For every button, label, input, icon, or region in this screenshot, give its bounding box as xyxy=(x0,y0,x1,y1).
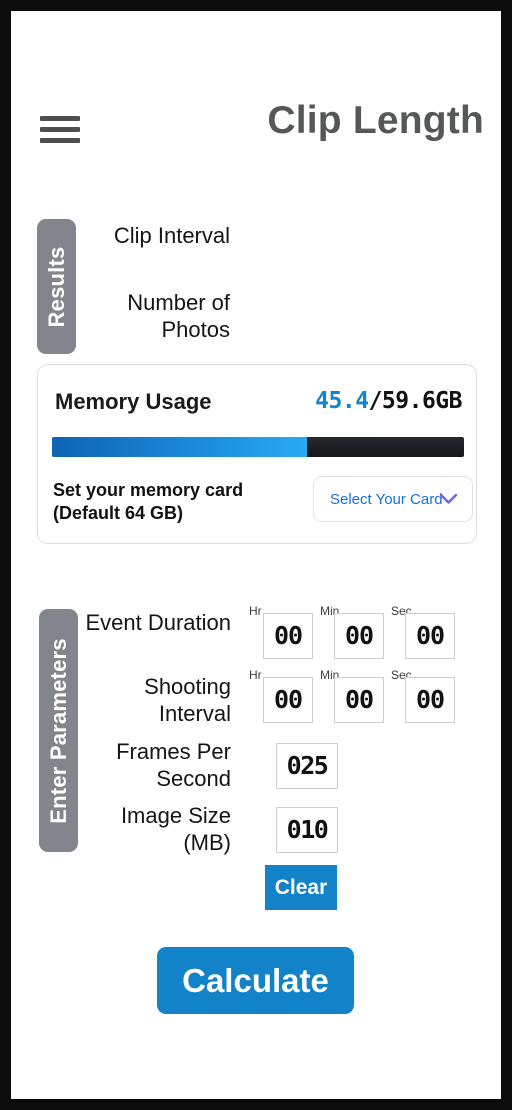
results-section: Clip Interval Number of Photos xyxy=(11,216,501,356)
shooting-interval-minutes-value: 00 xyxy=(344,685,374,714)
frames-per-second-input[interactable]: 025 xyxy=(276,743,338,789)
memory-total-value: /59.6GB xyxy=(368,388,463,414)
shooting-interval-hours-value: 00 xyxy=(273,685,303,714)
menu-bar-1 xyxy=(40,116,80,121)
event-duration-inputs: Hr 00 Min 00 Sec 00 xyxy=(249,605,479,661)
event-duration-minutes: Min 00 xyxy=(320,605,390,661)
event-duration-seconds: Sec 00 xyxy=(391,605,461,661)
memory-usage-title: Memory Usage xyxy=(55,389,212,414)
shooting-interval-minutes: Min 00 xyxy=(320,669,390,725)
label-event-duration: Event Duration xyxy=(85,610,231,635)
label-image-size: Image Size (MB) xyxy=(120,803,231,855)
image-size-input[interactable]: 010 xyxy=(276,807,338,853)
unit-label-hr: Hr xyxy=(249,668,262,682)
shooting-interval-inputs: Hr 00 Min 00 Sec 00 xyxy=(249,669,479,725)
menu-bar-3 xyxy=(40,138,80,143)
memory-usage-panel: Memory Usage 45.4/59.6GB Set your memory… xyxy=(37,364,477,544)
event-duration-hours-input[interactable]: 00 xyxy=(263,613,313,659)
shooting-interval-seconds-input[interactable]: 00 xyxy=(405,677,455,723)
image-size-value: 010 xyxy=(286,815,329,844)
event-duration-seconds-input[interactable]: 00 xyxy=(405,613,455,659)
shooting-interval-minutes-input[interactable]: 00 xyxy=(334,677,384,723)
shooting-interval-seconds: Sec 00 xyxy=(391,669,461,725)
memory-usage-progress-fill xyxy=(52,437,308,457)
label-frames-per-second: Frames Per Second xyxy=(116,739,231,791)
memory-usage-progress-bar xyxy=(52,437,464,457)
page-title: Clip Length xyxy=(267,99,484,142)
device-frame: Clip Length Results Clip Interval Number… xyxy=(0,0,512,1110)
memory-card-hint: Set your memory card (Default 64 GB) xyxy=(53,480,244,523)
app-header: Clip Length xyxy=(11,93,501,163)
clear-button-label: Clear xyxy=(274,876,328,899)
label-shooting-interval: Shooting Interval xyxy=(144,674,231,726)
event-duration-hours-value: 00 xyxy=(273,621,303,650)
select-your-card-label: Select Your Card xyxy=(330,491,443,508)
event-duration-minutes-input[interactable]: 00 xyxy=(334,613,384,659)
shooting-interval-hours: Hr 00 xyxy=(249,669,319,725)
shooting-interval-hours-input[interactable]: 00 xyxy=(263,677,313,723)
enter-parameters-section: Event Duration Hr 00 Min 00 Sec 00 Shoot… xyxy=(11,601,501,931)
result-label-clip-interval: Clip Interval xyxy=(113,223,230,248)
unit-label-hr: Hr xyxy=(249,604,262,618)
event-duration-hours: Hr 00 xyxy=(249,605,319,661)
frames-per-second-value: 025 xyxy=(286,751,329,780)
event-duration-minutes-value: 00 xyxy=(344,621,374,650)
calculate-button[interactable]: Calculate xyxy=(157,947,354,1014)
chevron-down-icon xyxy=(439,492,458,506)
calculate-button-label: Calculate xyxy=(182,962,329,999)
hamburger-menu-icon[interactable] xyxy=(36,111,84,147)
menu-bar-2 xyxy=(40,127,80,132)
clear-button[interactable]: Clear xyxy=(265,865,337,910)
app-screen: Clip Length Results Clip Interval Number… xyxy=(11,11,501,1099)
memory-usage-value: 45.4/59.6GB xyxy=(315,388,462,414)
result-label-number-of-photos: Number of Photos xyxy=(127,290,230,342)
event-duration-seconds-value: 00 xyxy=(415,621,445,650)
memory-used-value: 45.4 xyxy=(315,388,369,414)
select-your-card-dropdown[interactable]: Select Your Card xyxy=(313,476,473,522)
shooting-interval-seconds-value: 00 xyxy=(415,685,445,714)
